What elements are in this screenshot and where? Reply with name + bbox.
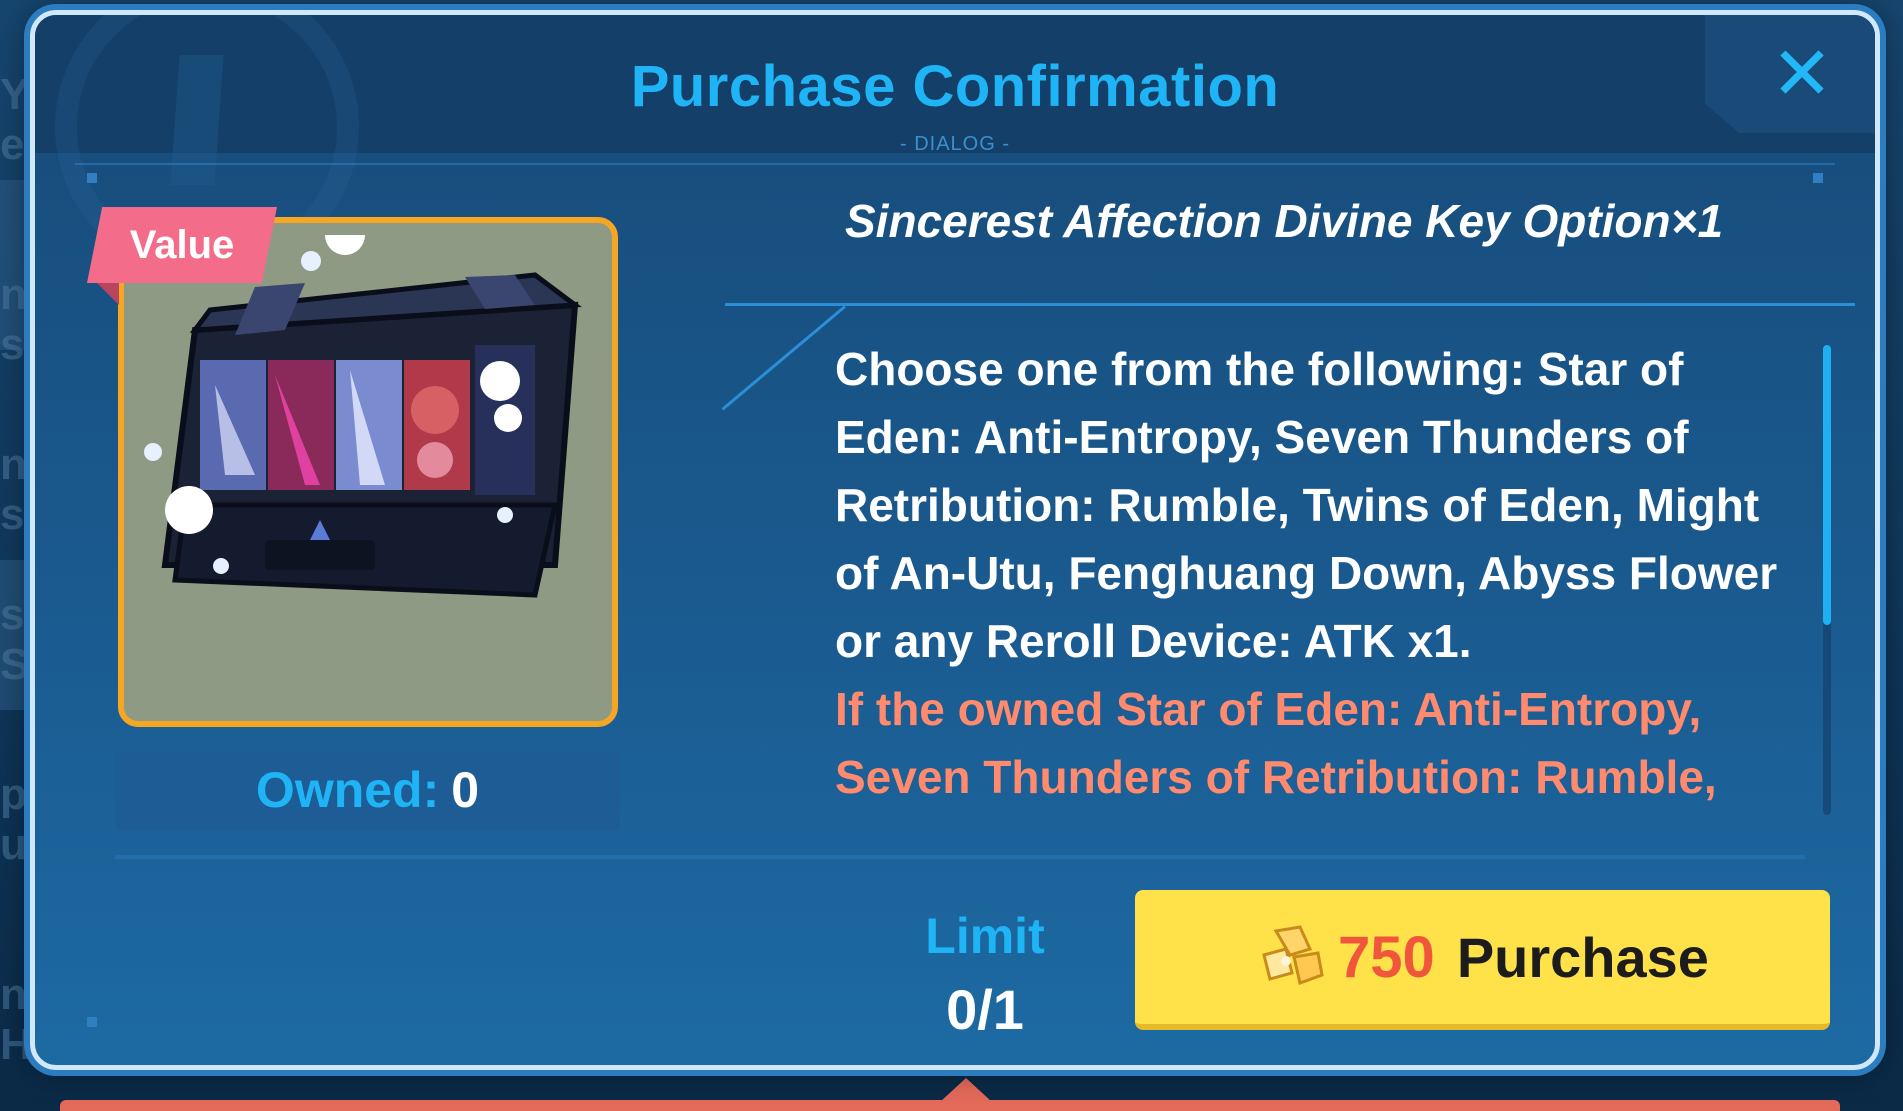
owned-label: Owned:	[255, 762, 440, 818]
purchase-price: 750	[1338, 924, 1435, 990]
purchase-dialog: Purchase Confirmation - DIALOG - ✕ Value…	[30, 10, 1880, 1070]
name-underline-slash	[721, 305, 846, 411]
dialog-title: Purchase Confirmation	[630, 54, 1280, 119]
name-underline	[725, 303, 1855, 306]
corner-dot	[87, 1017, 97, 1027]
bottom-bar	[60, 1100, 1840, 1111]
item-description: Choose one from the following: Star of E…	[835, 343, 1778, 667]
corner-dot	[1813, 173, 1823, 183]
bottom-notch	[940, 1078, 992, 1102]
item-description-scroll[interactable]: Choose one from the following: Star of E…	[835, 335, 1815, 813]
close-icon[interactable]: ✕	[1771, 37, 1833, 111]
scrollbar-thumb[interactable]	[1823, 345, 1831, 625]
treasure-chest-icon	[144, 235, 582, 598]
dialog-subtitle: - DIALOG -	[899, 133, 1010, 155]
owned-count: Owned: 0	[115, 750, 620, 830]
owned-value: 0	[451, 762, 480, 818]
item-name: Sincerest Affection Divine Key Option×1	[845, 195, 1724, 247]
header-divider	[75, 163, 1835, 165]
crystal-currency-icon	[1262, 925, 1324, 985]
limit-value: 0/1	[946, 978, 1024, 1041]
item-warning: If the owned Star of Eden: Anti-Entropy,…	[835, 683, 1717, 803]
value-tag: Value	[87, 207, 277, 283]
limit-label: Limit	[925, 908, 1045, 964]
purchase-button[interactable]: 750 Purchase	[1135, 890, 1830, 1030]
footer-divider	[115, 855, 1805, 859]
purchase-label: Purchase	[1456, 925, 1709, 989]
corner-dot	[87, 173, 97, 183]
